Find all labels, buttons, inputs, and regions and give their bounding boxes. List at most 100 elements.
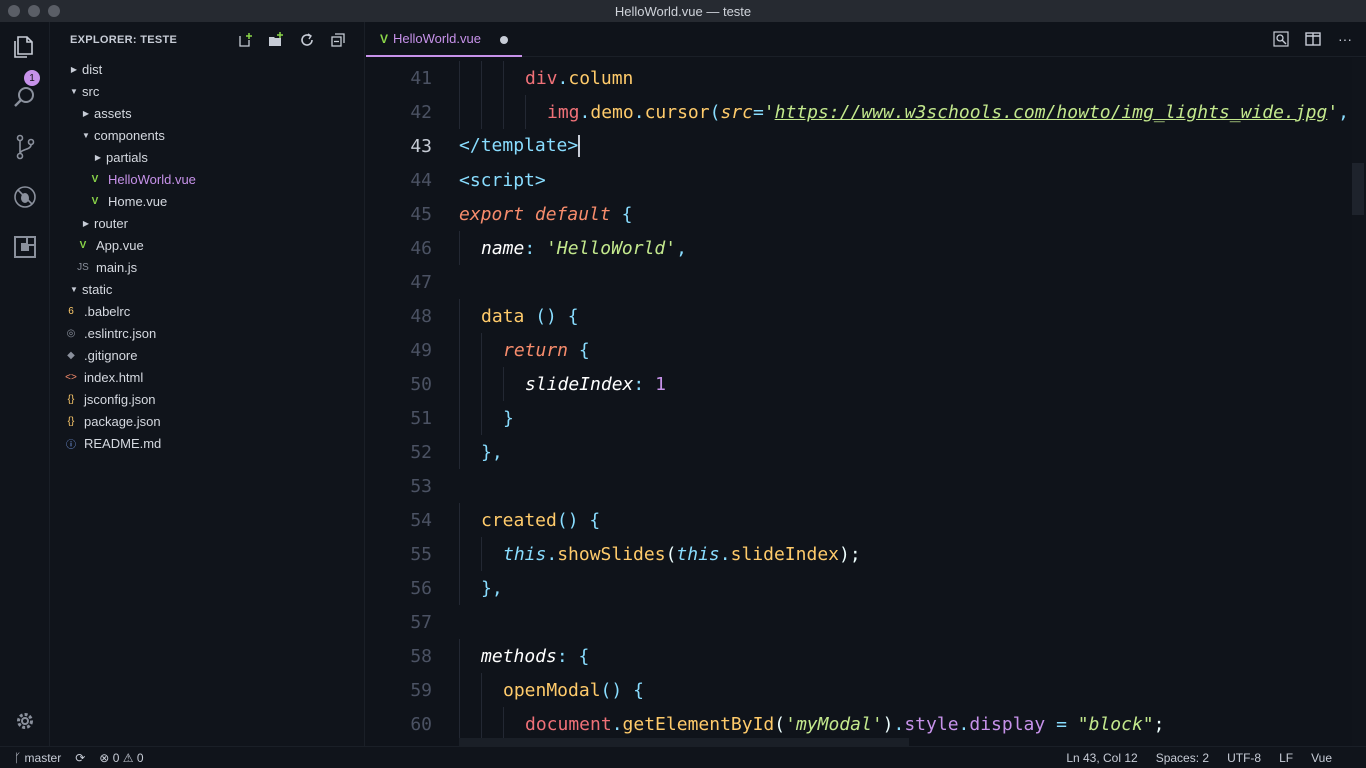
- babel-file-icon: 6: [68, 305, 74, 317]
- chevron-down-icon: ▼: [70, 284, 78, 294]
- extensions-icon[interactable]: [12, 234, 38, 260]
- tree-item-label: .gitignore: [84, 347, 138, 363]
- code-line: document.getElementById('myModal').style…: [525, 713, 1165, 735]
- info-file-icon: ⓘ: [66, 439, 76, 451]
- tree-item-label: index.html: [84, 369, 144, 385]
- editor-tab-bar: V HelloWorld.vue ···: [366, 22, 1366, 57]
- tree-folder[interactable]: ▶ partials: [50, 146, 364, 168]
- vertical-scrollbar[interactable]: [1352, 58, 1366, 746]
- line-number-row: 53: [366, 469, 1366, 503]
- debug-icon[interactable]: [12, 184, 38, 210]
- minimize-window-button[interactable]: [28, 5, 40, 17]
- code-line: <script>: [459, 169, 546, 191]
- refresh-icon[interactable]: [298, 32, 315, 48]
- vue-file-icon: V: [91, 173, 99, 185]
- close-window-button[interactable]: [8, 5, 20, 17]
- split-editor-icon[interactable]: [1304, 31, 1322, 47]
- git-file-icon: ◆: [67, 349, 75, 361]
- code-line: div.column: [525, 67, 634, 89]
- title-bar: HelloWorld.vue — teste: [0, 0, 1366, 22]
- error-icon: ⊗: [99, 751, 110, 765]
- chevron-down-icon: ▼: [82, 130, 90, 140]
- encoding[interactable]: UTF-8: [1227, 751, 1261, 765]
- tab-helloworld-vue[interactable]: V HelloWorld.vue: [366, 22, 522, 57]
- horizontal-scrollbar[interactable]: [459, 738, 909, 746]
- tree-file[interactable]: {} jsconfig.json: [50, 388, 364, 410]
- language-mode[interactable]: Vue: [1311, 751, 1332, 765]
- tree-file[interactable]: ⓘ README.md: [50, 432, 364, 454]
- tree-item-label: assets: [94, 105, 132, 121]
- tree-folder[interactable]: ▶ router: [50, 212, 364, 234]
- source-control-icon[interactable]: [12, 134, 38, 160]
- error-count: 0: [112, 751, 120, 765]
- status-bar: ᚴ master ⟳ ⊗ 0 ⚠ 0 Ln 43, Col 12 Spaces:…: [0, 746, 1366, 768]
- tree-item-label: .babelrc: [84, 303, 131, 319]
- tab-label: HelloWorld.vue: [393, 31, 481, 46]
- explorer-icon[interactable]: [12, 34, 38, 60]
- tree-folder[interactable]: ▶ assets: [50, 102, 364, 124]
- tree-folder[interactable]: ▼ static: [50, 278, 364, 300]
- warning-count: 0: [136, 751, 144, 765]
- code-line: methods: {: [481, 645, 590, 667]
- unsaved-dot-icon[interactable]: [500, 36, 508, 44]
- line-ending[interactable]: LF: [1279, 751, 1293, 765]
- text-cursor: [578, 135, 581, 157]
- problems-indicator[interactable]: ⊗ 0 ⚠ 0: [99, 751, 143, 765]
- maximize-window-button[interactable]: [48, 5, 60, 17]
- git-branch-icon: ᚴ: [14, 751, 22, 765]
- open-changes-icon[interactable]: [1272, 31, 1290, 47]
- chevron-right-icon: ▶: [82, 218, 90, 228]
- code-editor[interactable]: 41 42 43 44 45 46 47 48 49 50 51 52 53 54 55 56 57 58 59 60…: [366, 58, 1366, 746]
- search-icon[interactable]: [12, 84, 38, 110]
- vue-file-icon: V: [380, 31, 389, 46]
- more-actions-icon[interactable]: ···: [1336, 31, 1354, 47]
- code-line: </template>: [459, 135, 581, 157]
- new-folder-icon[interactable]: [267, 32, 284, 48]
- collapse-all-icon[interactable]: [329, 32, 346, 48]
- tree-file[interactable]: V Home.vue: [50, 190, 364, 212]
- code-line: openModal() {: [503, 679, 644, 701]
- tree-item-label: dist: [82, 61, 103, 77]
- tree-file[interactable]: ◆ .gitignore: [50, 344, 364, 366]
- code-line: }: [503, 407, 514, 429]
- tree-file[interactable]: V HelloWorld.vue: [50, 168, 364, 190]
- tree-file[interactable]: ◎ .eslintrc.json: [50, 322, 364, 344]
- tree-item-label: components: [94, 127, 165, 143]
- tree-folder[interactable]: ▶ dist: [50, 58, 364, 80]
- tree-file[interactable]: 6 .babelrc: [50, 300, 364, 322]
- indentation[interactable]: Spaces: 2: [1156, 751, 1209, 765]
- tree-item-label: Home.vue: [108, 193, 168, 209]
- tree-item-label: HelloWorld.vue: [108, 171, 196, 187]
- tree-item-label: App.vue: [96, 237, 144, 253]
- code-line: },: [481, 441, 503, 463]
- tree-file[interactable]: JS main.js: [50, 256, 364, 278]
- vue-file-icon: V: [79, 239, 87, 251]
- editor-actions: ···: [1272, 31, 1354, 47]
- tree-item-label: package.json: [84, 413, 161, 429]
- code-line: data () {: [481, 305, 579, 327]
- sync-icon[interactable]: ⟳: [75, 751, 85, 765]
- line-number: 47: [410, 271, 432, 293]
- scroll-thumb[interactable]: [1352, 163, 1364, 215]
- tree-file[interactable]: <> index.html: [50, 366, 364, 388]
- vue-file-icon: V: [91, 195, 99, 207]
- tree-file[interactable]: V App.vue: [50, 234, 364, 256]
- explorer-header: EXPLORER: TESTE: [50, 22, 364, 58]
- tree-item-label: partials: [106, 149, 148, 165]
- code-line: slideIndex: 1: [525, 373, 666, 395]
- line-number: 53: [410, 475, 432, 497]
- branch-indicator[interactable]: ᚴ master: [14, 751, 61, 765]
- tree-folder[interactable]: ▼ components: [50, 124, 364, 146]
- code-line: },: [481, 577, 503, 599]
- tree-file[interactable]: {} package.json: [50, 410, 364, 432]
- tree-item-label: README.md: [84, 435, 162, 451]
- new-file-icon[interactable]: [236, 32, 253, 48]
- window-title: HelloWorld.vue — teste: [614, 3, 752, 19]
- tree-folder[interactable]: ▼ src: [50, 80, 364, 102]
- code-line: export default {: [459, 203, 633, 225]
- tree-item-label: main.js: [96, 259, 138, 275]
- tree-item-label: src: [82, 83, 100, 99]
- gear-icon[interactable]: [12, 708, 38, 734]
- code-line: name: 'HelloWorld',: [481, 237, 687, 259]
- cursor-position[interactable]: Ln 43, Col 12: [1066, 751, 1137, 765]
